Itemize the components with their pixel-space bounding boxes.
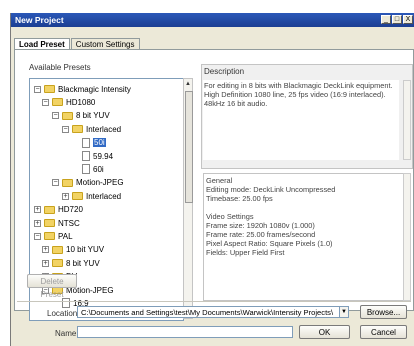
tree-node[interactable]: 59.94: [72, 150, 113, 162]
tree-node-label: HD1080: [66, 97, 96, 107]
folder-icon: [62, 111, 73, 120]
summary-line: Pixel Aspect Ratio: Square Pixels (1.0): [206, 239, 333, 248]
tree-node[interactable]: − Blackmagic Intensity: [34, 83, 131, 95]
scroll-up-icon[interactable]: ▲: [184, 79, 192, 89]
browse-button[interactable]: Browse...: [360, 305, 407, 319]
expand-icon[interactable]: +: [62, 192, 69, 200]
description-scrollbar[interactable]: [403, 80, 411, 160]
expand-icon[interactable]: +: [34, 219, 41, 227]
file-icon: [82, 137, 90, 148]
tree-node-label: Interlaced: [86, 124, 122, 134]
settings-scrollbar[interactable]: [403, 173, 411, 301]
description-text: For editing in 8 bits with Blackmagic De…: [203, 80, 399, 160]
file-icon: [82, 164, 90, 175]
tree-node[interactable]: − PAL: [34, 230, 73, 242]
collapse-icon[interactable]: −: [52, 112, 59, 120]
location-label: Location:: [47, 309, 80, 318]
tree-node-label: Motion-JPEG: [76, 178, 124, 188]
close-button[interactable]: X: [403, 15, 413, 24]
available-presets-label: Available Presets: [29, 63, 91, 72]
tree-node[interactable]: +8 bit YUV: [42, 257, 100, 269]
expand-icon[interactable]: +: [42, 246, 49, 254]
collapse-icon[interactable]: −: [62, 125, 69, 133]
folder-icon: [72, 125, 83, 134]
tree-node-label: 8 bit YUV: [76, 111, 110, 121]
tree-node-label: 8 bit YUV: [66, 258, 100, 268]
location-dropdown-icon[interactable]: ▼: [339, 306, 349, 318]
summary-line: [206, 203, 401, 212]
tree-node-label: 59.94: [93, 151, 114, 161]
settings-summary: General Editing mode: DeckLink Uncompress…: [203, 173, 404, 301]
separator: [17, 301, 411, 302]
tree-node-label: 60i: [93, 164, 104, 174]
maximize-button[interactable]: □: [392, 15, 402, 24]
name-label: Name:: [55, 329, 79, 338]
location-field[interactable]: C:\Documents and Settings\test\My Docume…: [77, 306, 349, 318]
tree-node-label: HD720: [58, 205, 83, 215]
tree-node[interactable]: − Motion-JPEG: [52, 177, 124, 189]
tree-node[interactable]: − Interlaced: [62, 123, 121, 135]
summary-line: Frame size: 1920h 1080v (1.000): [206, 221, 315, 230]
folder-icon: [52, 98, 63, 107]
folder-icon: [52, 245, 63, 254]
tree-scrollbar[interactable]: ▲ ▼: [183, 78, 193, 319]
summary-line: Video Settings: [206, 212, 254, 221]
tree-node-label: NTSC: [58, 218, 80, 228]
tree-node[interactable]: + NTSC: [34, 217, 80, 229]
cancel-button[interactable]: Cancel: [360, 325, 407, 339]
window-title: New Project: [15, 15, 64, 25]
summary-line: Timebase: 25.00 fps: [206, 194, 273, 203]
tree-node[interactable]: + Interlaced: [62, 190, 121, 202]
expand-icon[interactable]: +: [42, 259, 49, 267]
collapse-icon[interactable]: −: [42, 98, 49, 106]
collapse-icon[interactable]: −: [52, 179, 59, 187]
scroll-thumb[interactable]: [185, 91, 193, 203]
load-preset-panel: Available Presets − Blackmagic Intensity −…: [14, 49, 414, 321]
tree-node-label: 10 bit YUV: [66, 245, 105, 255]
new-project-dialog: New Project _ □ X Load Preset Custom Set…: [10, 13, 414, 346]
summary-line: Frame rate: 25.00 frames/second: [206, 230, 316, 239]
tree-node-label: Interlaced: [86, 191, 122, 201]
folder-icon: [44, 85, 55, 93]
tree-node-label: Blackmagic Intensity: [58, 84, 131, 94]
tree-node[interactable]: − HD1080: [42, 96, 95, 108]
expand-icon[interactable]: +: [34, 206, 41, 214]
tree-node[interactable]: 60i: [72, 163, 104, 175]
summary-line: Fields: Upper Field First: [206, 248, 285, 257]
tree-node[interactable]: − 8 bit YUV: [52, 110, 110, 122]
delete-preset-button[interactable]: Delete Preset: [27, 274, 77, 299]
folder-icon: [44, 205, 55, 214]
summary-line: Editing mode: DeckLink Uncompressed: [206, 185, 336, 194]
folder-icon: [72, 192, 83, 201]
tree-node-label: PAL: [58, 231, 73, 241]
tree-node-label: 50i: [93, 138, 106, 148]
collapse-icon[interactable]: −: [34, 85, 41, 93]
collapse-icon[interactable]: −: [34, 232, 41, 240]
ok-button[interactable]: OK: [299, 325, 350, 339]
folder-icon: [44, 219, 55, 227]
title-bar: New Project _ □ X: [11, 13, 414, 27]
folder-icon: [52, 259, 63, 268]
tree-node[interactable]: + HD720: [34, 204, 83, 216]
minimize-button[interactable]: _: [381, 15, 391, 24]
summary-line: General: [206, 176, 233, 185]
folder-icon: [44, 232, 55, 241]
file-icon: [82, 151, 90, 161]
tree-node[interactable]: +10 bit YUV: [42, 244, 104, 256]
folder-icon: [62, 178, 73, 187]
tree-node[interactable]: 50i: [72, 137, 106, 149]
description-label: Description: [204, 67, 245, 76]
name-input[interactable]: [77, 326, 293, 338]
